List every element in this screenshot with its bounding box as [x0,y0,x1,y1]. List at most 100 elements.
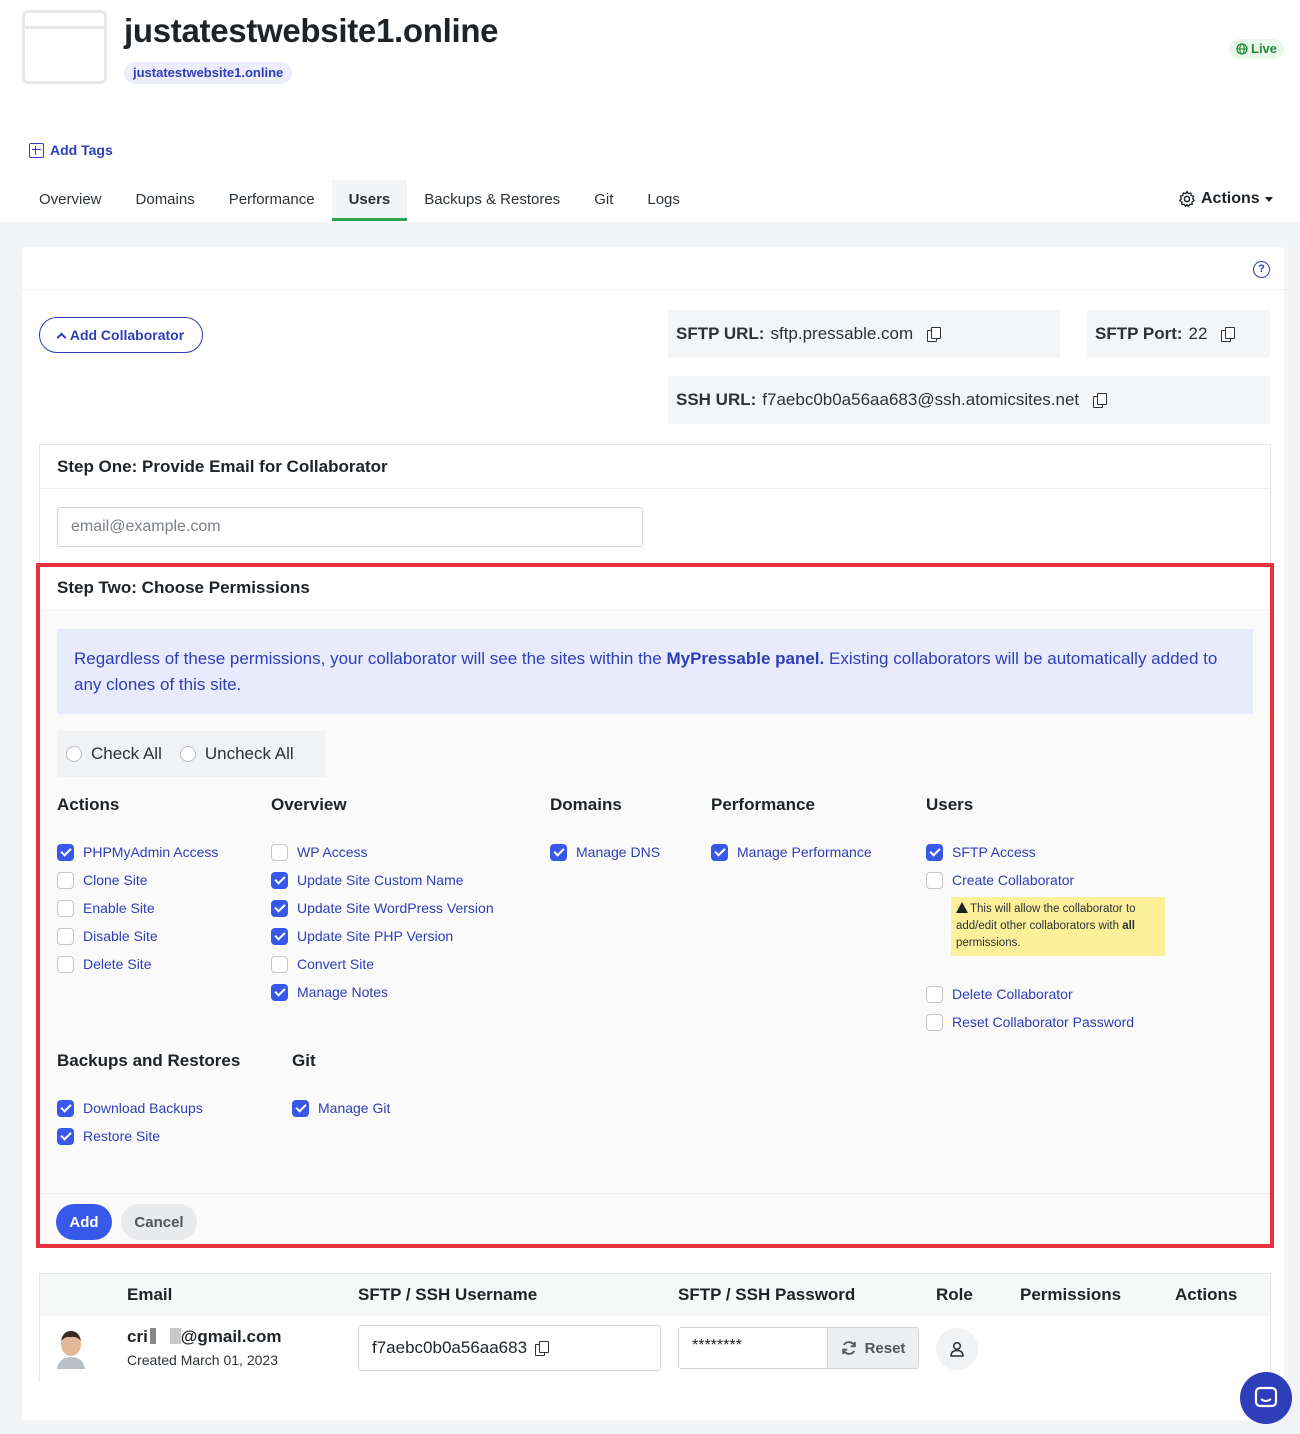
permission-wp-access[interactable]: WP Access [271,838,494,866]
permission-update-site-custom-name[interactable]: Update Site Custom Name [271,866,494,894]
gear-icon [1179,190,1195,208]
cancel-button[interactable]: Cancel [121,1204,197,1240]
permission-update-site-php-version[interactable]: Update Site PHP Version [271,922,494,950]
check-all-radio[interactable]: Check All [66,744,162,764]
checkbox[interactable] [271,955,288,973]
copy-icon[interactable] [535,1340,550,1356]
users-panel: ? Add Collaborator SFTP URL: sftp.pressa… [22,247,1284,1420]
live-status-label: Live [1251,41,1278,56]
add-tags-label: Add Tags [50,142,113,158]
copy-icon[interactable] [1093,392,1108,408]
group-title: Overview [271,795,347,814]
permission-update-site-wordpress-version[interactable]: Update Site WordPress Version [271,894,494,922]
help-icon[interactable]: ? [1253,261,1270,278]
actions-dropdown[interactable]: Actions [1178,190,1273,208]
permission-manage-notes[interactable]: Manage Notes [271,978,494,1006]
checkbox[interactable] [57,843,74,861]
sftp-username-value: f7aebc0b0a56aa683 [372,1338,528,1357]
divider [22,289,1284,290]
tab-git[interactable]: Git [577,180,630,221]
permission-download-backups[interactable]: Download Backups [57,1094,240,1122]
permission-phpmyadmin-access[interactable]: PHPMyAdmin Access [57,838,218,866]
create-collaborator-warning: This will allow the collaborator to add/… [951,897,1165,956]
warning-text-end: permissions. [956,937,1021,949]
permission-manage-dns[interactable]: Manage DNS [550,838,660,866]
checkbox[interactable] [271,983,288,1001]
permission-manage-git[interactable]: Manage Git [292,1094,390,1122]
permission-delete-collaborator[interactable]: Delete Collaborator [926,980,1165,1008]
permission-create-collaborator[interactable]: Create Collaborator [926,866,1165,894]
sftp-port-value: 22 [1188,324,1208,343]
permission-clone-site[interactable]: Clone Site [57,866,218,894]
permission-manage-performance[interactable]: Manage Performance [711,838,872,866]
permission-label: Clone Site [83,872,148,888]
checkbox[interactable] [711,843,728,861]
checkbox[interactable] [926,985,943,1003]
redaction-mark [149,1328,156,1344]
check-all-group: Check All Uncheck All [57,731,325,777]
permission-sftp-access[interactable]: SFTP Access [926,838,1165,866]
copy-icon[interactable] [927,326,942,342]
checkbox[interactable] [271,927,288,945]
checkbox[interactable] [271,871,288,889]
group-title: Actions [57,795,120,814]
permission-label: Manage Performance [737,844,872,860]
checkbox[interactable] [926,1013,943,1031]
chat-support-button[interactable] [1240,1372,1292,1424]
step-one-title: Step One: Provide Email for Collaborator [40,445,1270,489]
sftp-url-box: SFTP URL: sftp.pressable.com [668,310,1060,358]
collaborator-email-input[interactable] [57,507,643,547]
uncheck-all-radio[interactable]: Uncheck All [179,744,294,764]
site-domain-chip[interactable]: justatestwebsite1.online [124,62,293,84]
permission-reset-collaborator-password[interactable]: Reset Collaborator Password [926,1008,1165,1036]
permission-enable-site[interactable]: Enable Site [57,894,218,922]
header-permissions: Permissions [1020,1285,1122,1304]
avatar [57,1331,85,1369]
checkbox[interactable] [926,843,943,861]
add-tags-button[interactable]: Add Tags [29,142,113,158]
tab-logs[interactable]: Logs [630,180,697,221]
header-email: Email [127,1285,173,1304]
permission-disable-site[interactable]: Disable Site [57,922,218,950]
tab-domains[interactable]: Domains [119,180,212,221]
permission-delete-site[interactable]: Delete Site [57,950,218,978]
tab-backups-restores[interactable]: Backups & Restores [407,180,577,221]
permission-convert-site[interactable]: Convert Site [271,950,494,978]
group-title: Backups and Restores [57,1051,241,1070]
sftp-password-value[interactable]: ******** [679,1328,827,1368]
live-status-badge: Live [1229,39,1285,59]
permission-group-git: Git Manage Git [292,1051,390,1122]
permission-restore-site[interactable]: Restore Site [57,1122,240,1150]
checkbox[interactable] [57,899,74,917]
notice-text: Regardless of these permissions, your co… [74,649,667,668]
sftp-url-value: sftp.pressable.com [770,324,914,343]
permission-group-backups: Backups and Restores Download Backups Re… [57,1051,240,1150]
add-button[interactable]: Add [56,1204,112,1240]
checkbox[interactable] [292,1099,309,1117]
checkbox[interactable] [926,871,943,889]
redaction-mark [169,1328,181,1344]
checkbox[interactable] [57,927,74,945]
tab-performance[interactable]: Performance [212,180,332,221]
warning-text: This will allow the collaborator to add/… [956,903,1136,932]
globe-icon [1236,43,1248,55]
tab-overview[interactable]: Overview [22,180,119,221]
checkbox[interactable] [57,1099,74,1117]
checkbox[interactable] [57,871,74,889]
add-collaborator-button[interactable]: Add Collaborator [39,317,203,353]
sftp-username-field[interactable]: f7aebc0b0a56aa683 [358,1325,661,1371]
tab-users[interactable]: Users [331,180,408,221]
site-title: justatestwebsite1.online [124,12,499,49]
permission-group-domains: Domains Manage DNS [550,795,660,866]
checkbox[interactable] [271,843,288,861]
permission-label: PHPMyAdmin Access [83,844,219,860]
permission-label: WP Access [297,844,368,860]
role-button[interactable] [936,1328,978,1370]
permission-label: Update Site WordPress Version [297,900,494,916]
checkbox[interactable] [57,955,74,973]
checkbox[interactable] [57,1127,74,1145]
checkbox[interactable] [271,899,288,917]
checkbox[interactable] [550,843,567,861]
copy-icon[interactable] [1221,326,1236,342]
reset-password-button[interactable]: Reset [827,1328,918,1368]
